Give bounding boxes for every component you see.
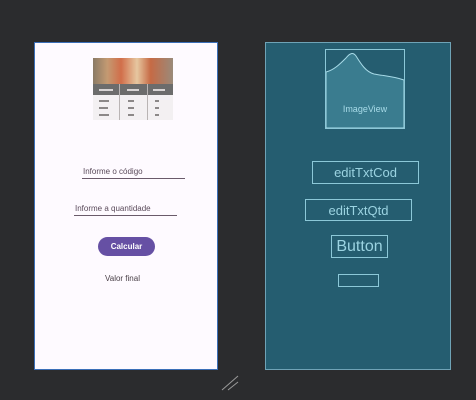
menu-table-head-cell [99, 89, 113, 91]
menu-table-cell [128, 114, 134, 116]
menu-table-cell [99, 107, 108, 109]
menu-table-cell [155, 100, 159, 102]
menu-image-banner [93, 58, 173, 84]
design-preview-frame[interactable]: Informe o código Informe a quantidade Ca… [34, 42, 218, 370]
codigo-input[interactable]: Informe o código [82, 167, 185, 179]
menu-table-cell [128, 107, 134, 109]
quantidade-input[interactable]: Informe a quantidade [74, 204, 177, 216]
image-placeholder-icon [326, 53, 404, 128]
blueprint-button[interactable]: Button [331, 235, 388, 258]
calcular-button[interactable]: Calcular [98, 237, 155, 256]
menu-table-cell [155, 114, 159, 116]
menu-table-cell [128, 100, 134, 102]
menu-table-divider [119, 84, 120, 120]
menu-table-head-cell [127, 89, 139, 91]
menu-table-head-cell [153, 89, 165, 91]
menu-table-cell [99, 114, 109, 116]
blueprint-edittxtcod[interactable]: editTxtCod [312, 161, 419, 184]
blueprint-imageview[interactable]: ImageView [325, 49, 405, 129]
resize-handle-icon[interactable] [220, 373, 240, 396]
imageview-label: ImageView [342, 104, 388, 114]
menu-table-cell [99, 100, 109, 102]
menu-table-divider [147, 84, 148, 120]
blueprint-edittxtqtd[interactable]: editTxtQtd [305, 199, 412, 221]
valor-final-text[interactable]: Valor final [105, 274, 140, 283]
blueprint-textview[interactable] [338, 274, 379, 287]
menu-table-cell [155, 107, 159, 109]
blueprint-frame[interactable]: ImageView editTxtCod editTxtQtd Button [265, 42, 451, 370]
menu-image[interactable] [93, 58, 173, 120]
